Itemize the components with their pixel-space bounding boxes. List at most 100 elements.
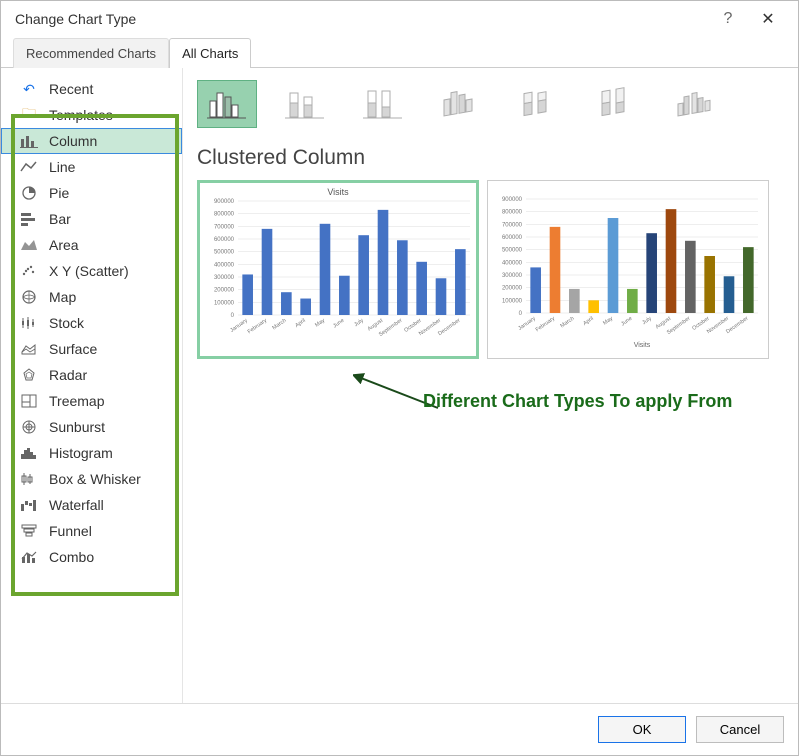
- subtype-stacked-column[interactable]: [275, 80, 335, 128]
- map-icon: [19, 289, 39, 305]
- svg-text:100000: 100000: [214, 300, 235, 306]
- area-chart-icon: [19, 237, 39, 253]
- sidebar-item-column[interactable]: Column: [1, 128, 182, 154]
- tab-bar: Recommended Charts All Charts: [1, 37, 798, 68]
- sunburst-icon: [19, 419, 39, 435]
- svg-text:800000: 800000: [214, 212, 235, 218]
- sidebar-item-label: Waterfall: [49, 497, 104, 513]
- sidebar-item-combo[interactable]: Combo: [1, 544, 182, 570]
- preview-chart-1[interactable]: Visits0100000200000300000400000500000600…: [197, 180, 479, 359]
- window-title: Change Chart Type: [15, 11, 708, 27]
- sidebar-item-stock[interactable]: Stock: [1, 310, 182, 336]
- svg-text:June: June: [332, 318, 345, 330]
- svg-text:June: June: [620, 316, 633, 328]
- svg-text:300000: 300000: [214, 275, 235, 281]
- tab-recommended-charts[interactable]: Recommended Charts: [13, 38, 169, 68]
- sidebar-item-waterfall[interactable]: Waterfall: [1, 492, 182, 518]
- svg-text:600000: 600000: [214, 237, 235, 243]
- help-button[interactable]: ?: [708, 10, 748, 28]
- sidebar-item-box-whisker[interactable]: Box & Whisker: [1, 466, 182, 492]
- close-button[interactable]: ✕: [748, 9, 788, 29]
- sidebar-item-label: Box & Whisker: [49, 471, 141, 487]
- svg-text:Visits: Visits: [327, 187, 349, 197]
- svg-text:February: February: [535, 316, 557, 334]
- pie-chart-icon: [19, 185, 39, 201]
- sidebar-item-templates[interactable]: 🗀 Templates: [1, 102, 182, 128]
- svg-text:December: December: [437, 318, 461, 338]
- cancel-button[interactable]: Cancel: [696, 716, 784, 743]
- sidebar-item-label: Map: [49, 289, 76, 305]
- svg-text:200000: 200000: [214, 288, 235, 294]
- scatter-chart-icon: [19, 263, 39, 279]
- folder-icon: 🗀: [19, 107, 39, 123]
- line-chart-icon: [19, 159, 39, 175]
- dialog-footer: OK Cancel: [1, 703, 798, 755]
- svg-text:200000: 200000: [502, 286, 523, 292]
- svg-text:300000: 300000: [502, 273, 523, 279]
- sidebar-item-label: Stock: [49, 315, 84, 331]
- tab-all-charts[interactable]: All Charts: [169, 38, 251, 68]
- svg-text:100000: 100000: [502, 298, 523, 304]
- sidebar-item-histogram[interactable]: Histogram: [1, 440, 182, 466]
- svg-text:700000: 700000: [214, 224, 235, 230]
- sidebar-item-label: Radar: [49, 367, 87, 383]
- sidebar-item-map[interactable]: Map: [1, 284, 182, 310]
- radar-chart-icon: [19, 367, 39, 383]
- histogram-icon: [19, 445, 39, 461]
- svg-text:0: 0: [519, 311, 523, 317]
- sidebar-item-label: Column: [49, 133, 97, 149]
- bar-chart-icon: [19, 211, 39, 227]
- sidebar-item-label: Bar: [49, 211, 71, 227]
- sidebar-item-label: Treemap: [49, 393, 105, 409]
- sidebar-item-scatter[interactable]: X Y (Scatter): [1, 258, 182, 284]
- sidebar-item-recent[interactable]: ↶ Recent: [1, 76, 182, 102]
- sidebar-item-area[interactable]: Area: [1, 232, 182, 258]
- svg-text:April: April: [582, 316, 594, 327]
- sidebar-item-label: Funnel: [49, 523, 92, 539]
- svg-text:400000: 400000: [214, 262, 235, 268]
- sidebar-item-sunburst[interactable]: Sunburst: [1, 414, 182, 440]
- sidebar-item-pie[interactable]: Pie: [1, 180, 182, 206]
- svg-text:500000: 500000: [502, 248, 523, 254]
- sidebar-item-surface[interactable]: Surface: [1, 336, 182, 362]
- box-whisker-icon: [19, 471, 39, 487]
- svg-text:500000: 500000: [214, 250, 235, 256]
- svg-text:600000: 600000: [502, 235, 523, 241]
- sidebar-item-label: Combo: [49, 549, 94, 565]
- subtype-3d-stacked-column[interactable]: [509, 80, 569, 128]
- svg-text:400000: 400000: [502, 260, 523, 266]
- svg-text:January: January: [517, 316, 537, 332]
- svg-text:May: May: [602, 316, 614, 327]
- svg-text:January: January: [229, 318, 249, 334]
- treemap-icon: [19, 393, 39, 409]
- sidebar-item-label: Line: [49, 159, 75, 175]
- sidebar-item-label: Recent: [49, 81, 93, 97]
- svg-text:March: March: [272, 318, 288, 332]
- subtype-3d-100-stacked-column[interactable]: [587, 80, 647, 128]
- surface-chart-icon: [19, 341, 39, 357]
- svg-text:December: December: [725, 316, 749, 336]
- subtype-clustered-column[interactable]: [197, 80, 257, 128]
- dialog-body: ↶ Recent 🗀 Templates Column Line: [1, 68, 798, 703]
- preview-row: Visits 0 100000 200000 300000 400000 500000 600…: [197, 180, 784, 359]
- sidebar-item-funnel[interactable]: Funnel: [1, 518, 182, 544]
- sidebar-item-label: Pie: [49, 185, 69, 201]
- preview-chart-2[interactable]: 0100000200000300000400000500000600000700…: [487, 180, 769, 359]
- svg-text:July: July: [353, 318, 365, 329]
- sidebar-item-label: Surface: [49, 341, 97, 357]
- subtype-3d-column[interactable]: [665, 80, 725, 128]
- sidebar-item-bar[interactable]: Bar: [1, 206, 182, 232]
- subtype-3d-clustered-column[interactable]: [431, 80, 491, 128]
- column-chart-icon: [19, 133, 39, 149]
- ok-button[interactable]: OK: [598, 716, 686, 743]
- annotation-text: Different Chart Types To apply From: [423, 391, 732, 412]
- subtype-title: Clustered Column: [197, 146, 784, 170]
- subtype-row: [197, 80, 784, 128]
- sidebar-item-line[interactable]: Line: [1, 154, 182, 180]
- change-chart-type-dialog: Change Chart Type ? ✕ Recommended Charts…: [0, 0, 799, 756]
- subtype-100-stacked-column[interactable]: [353, 80, 413, 128]
- svg-text:900000: 900000: [214, 199, 235, 205]
- sidebar-item-radar[interactable]: Radar: [1, 362, 182, 388]
- sidebar-item-treemap[interactable]: Treemap: [1, 388, 182, 414]
- undo-icon: ↶: [19, 81, 39, 97]
